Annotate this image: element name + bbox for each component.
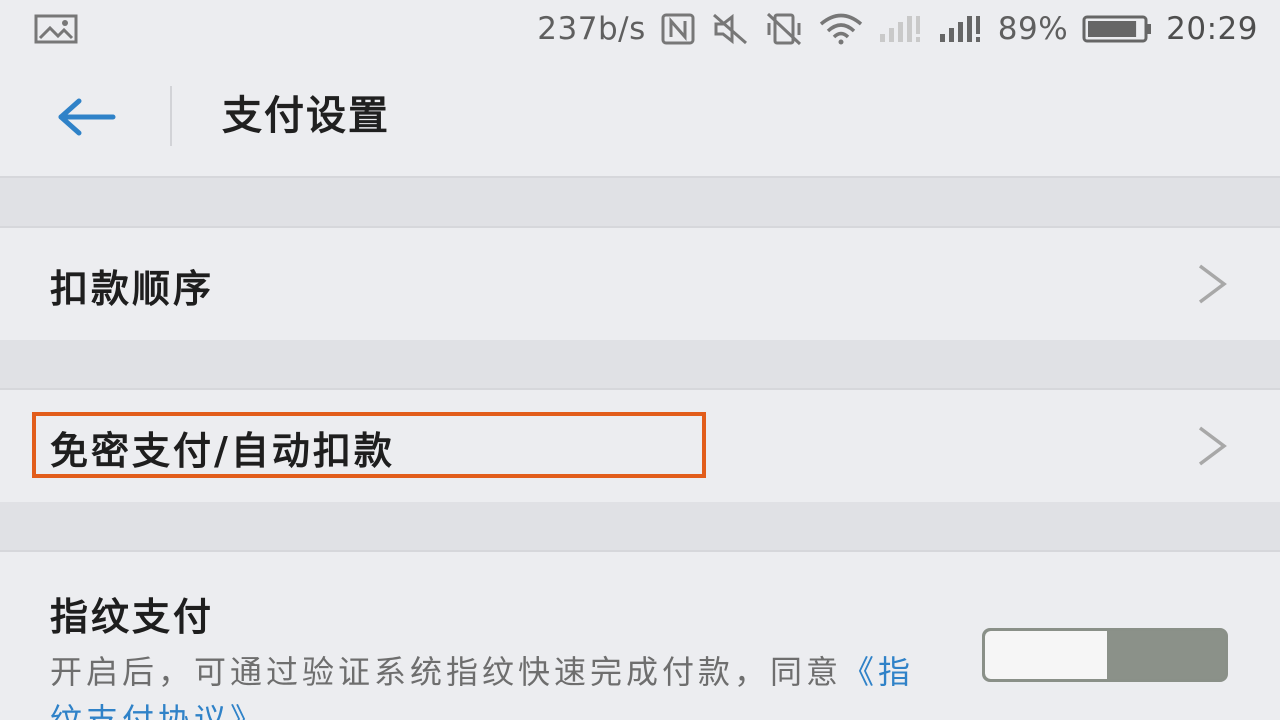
header-divider xyxy=(170,86,172,146)
toggle-knob xyxy=(985,631,1107,679)
fingerprint-description: 开启后，可通过验证系统指纹快速完成付款，同意《指纹支付协议》 xyxy=(50,648,930,720)
signal-weak-icon xyxy=(879,16,920,42)
settings-item-deduction-order[interactable]: 扣款顺序 xyxy=(0,228,1280,338)
payment-settings-screen: 237b/s 89% 20:29 支付设置 扣款顺序 免密支付/自动扣款 指纹支… xyxy=(0,0,1280,720)
section-divider xyxy=(0,340,1280,390)
settings-item-label: 免密支付/自动扣款 xyxy=(50,429,395,473)
app-header: 支付设置 xyxy=(0,58,1280,178)
status-icons: 237b/s 89% 20:29 xyxy=(537,8,1258,50)
nfc-icon xyxy=(661,13,695,45)
settings-item-label: 扣款顺序 xyxy=(50,267,215,311)
mute-icon xyxy=(712,13,747,45)
battery-percent: 89% xyxy=(997,11,1069,47)
settings-item-password-free-payment[interactable]: 免密支付/自动扣款 xyxy=(0,390,1280,500)
status-bar: 237b/s 89% 20:29 xyxy=(0,0,1280,58)
wifi-icon xyxy=(819,13,862,45)
back-button[interactable] xyxy=(46,82,126,152)
network-speed: 237b/s xyxy=(537,11,646,47)
section-divider xyxy=(0,178,1280,228)
clock: 20:29 xyxy=(1166,11,1258,47)
fingerprint-toggle[interactable] xyxy=(982,628,1228,682)
section-divider xyxy=(0,502,1280,552)
chevron-right-icon xyxy=(1198,426,1227,466)
settings-item-fingerprint-payment: 指纹支付 开启后，可通过验证系统指纹快速完成付款，同意《指纹支付协议》 xyxy=(0,552,1280,720)
gallery-icon xyxy=(34,14,78,44)
signal-strong-icon xyxy=(939,16,980,42)
back-arrow-icon xyxy=(58,98,116,136)
page-title: 支付设置 xyxy=(222,93,390,139)
fingerprint-description-text: 开启后，可通过验证系统指纹快速完成付款，同意 xyxy=(50,653,843,691)
chevron-right-icon xyxy=(1198,264,1227,304)
battery-icon xyxy=(1082,15,1152,43)
fingerprint-title: 指纹支付 xyxy=(50,595,215,639)
vibrate-off-icon xyxy=(766,12,801,46)
